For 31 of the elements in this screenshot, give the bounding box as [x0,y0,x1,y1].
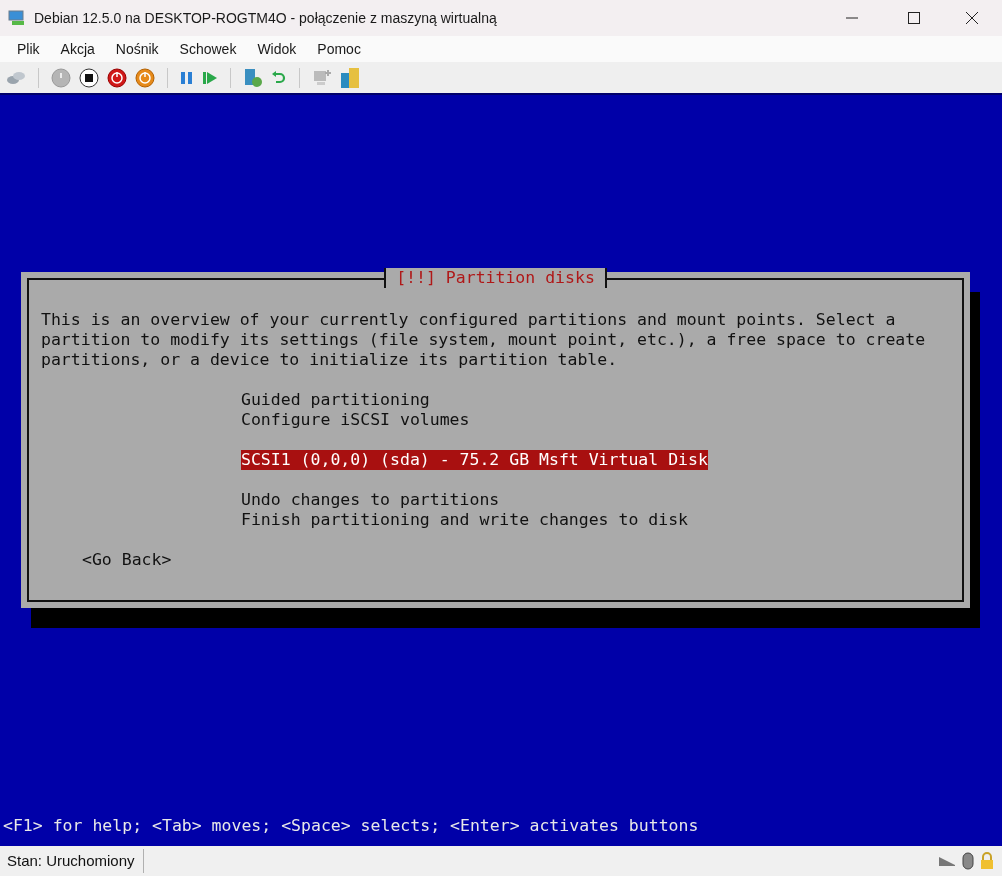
undo-icon[interactable] [271,69,287,86]
go-back-button[interactable]: <Go Back> [82,550,172,569]
close-icon[interactable] [966,12,978,24]
menu-option[interactable]: Undo changes to partitions [241,490,500,510]
help-line: <F1> for help; <Tab> moves; <Space> selects; <Enter> activates buttons [2,816,700,837]
pause-icon[interactable] [180,70,194,85]
menu-option[interactable]: Finish partitioning and write changes to disk [241,510,689,530]
power-icon[interactable] [107,67,127,88]
menu-item[interactable]: Pomoc [317,38,361,60]
computer-icon[interactable] [312,67,332,88]
play-icon[interactable] [202,69,218,86]
menu-item[interactable]: Akcja [60,38,95,60]
window-title: Debian 12.5.0 na DESKTOP-ROGTM4O - połączenie z maszyną wirtualną [34,8,497,28]
status-text: Stan: Uruchomiony [7,850,136,871]
dialog-description: This is an overview of your currently configured partitions and mount points. Select a partition to modify its settings (file system, mount point, etc.), a free space to create partitions, or a device to initialize its partition table. [40,309,927,370]
menu-item[interactable]: Schowek [179,38,237,60]
menu-item[interactable]: Widok [257,38,297,60]
stop-icon[interactable] [79,67,99,88]
menu-option[interactable]: SCSI1 (0,0,0) (sda) - 75.2 GB Msft Virtual Disk [241,450,708,470]
maximize-icon[interactable] [908,12,920,24]
network-icon[interactable] [6,70,26,85]
lock-icon [980,852,994,870]
keyboard-icon [938,855,956,867]
menu-item[interactable]: Plik [17,38,40,60]
menu-option[interactable]: Configure iSCSI volumes [241,410,470,430]
mouse-icon [962,852,974,870]
dialog-title: [!!] Partition disks [384,268,607,288]
monitor-icon [8,10,26,26]
power-icon[interactable] [135,67,155,88]
menu-item[interactable]: Nośnik [115,38,159,60]
menu-option[interactable]: Guided partitioning [241,390,430,410]
